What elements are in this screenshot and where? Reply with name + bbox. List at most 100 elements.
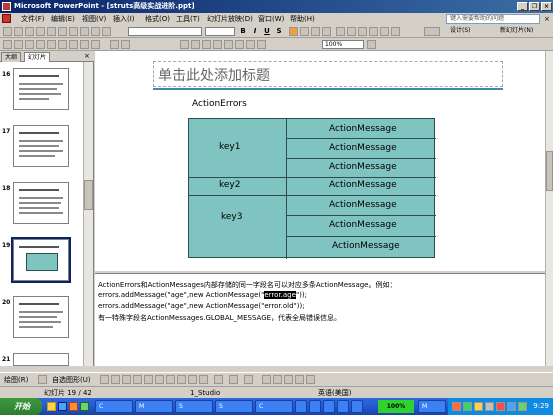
save-icon[interactable]	[25, 27, 34, 36]
picture-icon[interactable]	[199, 375, 208, 384]
menu-edit[interactable]: 编辑(E)	[51, 14, 75, 24]
taskbar-button[interactable]: S	[215, 400, 253, 413]
increase-indent-icon[interactable]	[391, 27, 400, 36]
quicklaunch-icon[interactable]	[58, 402, 67, 411]
menu-slideshow[interactable]: 幻灯片放映(D)	[207, 14, 253, 24]
wordart-icon[interactable]	[166, 375, 175, 384]
clock[interactable]: 9:29	[533, 398, 549, 415]
pane-close-icon[interactable]: ×	[84, 51, 90, 61]
select-objects-icon[interactable]	[38, 375, 47, 384]
open-file-icon[interactable]	[14, 40, 23, 49]
email-icon[interactable]	[47, 27, 56, 36]
slide-thumbnail[interactable]	[13, 353, 69, 366]
cut-icon[interactable]	[102, 27, 111, 36]
slide-vertical-scrollbar[interactable]	[545, 51, 553, 366]
taskbar-button[interactable]: C	[255, 400, 293, 413]
tab-slides[interactable]: 幻灯片	[24, 52, 51, 62]
slide-canvas[interactable]: 单击此处添加标题 ActionErrors key1 key2 key3 Act…	[95, 51, 545, 271]
insert-chart-icon[interactable]	[180, 40, 189, 49]
align-left-icon[interactable]	[289, 27, 298, 36]
autoshapes-menu[interactable]: 自选图形(U)	[52, 375, 91, 385]
font-color-draw-icon[interactable]	[244, 375, 253, 384]
help-search-input[interactable]: 键入需要帮助的问题	[446, 14, 540, 24]
slide-thumbnail[interactable]	[13, 296, 69, 338]
slide-title-placeholder[interactable]: 单击此处添加标题	[158, 65, 270, 85]
format-painter-icon[interactable]	[69, 40, 78, 49]
3d-style-icon[interactable]	[306, 375, 315, 384]
permission-icon[interactable]	[36, 27, 45, 36]
shadow-button[interactable]: S	[274, 26, 284, 36]
start-button[interactable]: 开始	[0, 398, 42, 415]
rectangle-icon[interactable]	[122, 375, 131, 384]
tray-icon[interactable]	[463, 402, 472, 411]
quicklaunch-icon[interactable]	[69, 402, 78, 411]
taskbar-button[interactable]: C	[95, 400, 133, 413]
taskbar-button[interactable]: M	[418, 400, 446, 413]
undo-arrow-icon[interactable]	[110, 40, 119, 49]
fill-color-icon[interactable]	[214, 375, 223, 384]
grid-icon[interactable]	[246, 40, 255, 49]
zoom-select[interactable]: 100%	[322, 40, 364, 49]
scroll-thumb[interactable]	[546, 151, 553, 191]
print-file-icon[interactable]	[36, 40, 45, 49]
design-button[interactable]: 设计(S)	[450, 26, 471, 36]
line-icon[interactable]	[100, 375, 109, 384]
paste-icon[interactable]	[58, 40, 67, 49]
slides-pane-scrollbar[interactable]	[83, 62, 93, 366]
oval-icon[interactable]	[133, 375, 142, 384]
menu-file[interactable]: 文件(F)	[21, 14, 45, 24]
expand-all-icon[interactable]	[224, 40, 233, 49]
menu-help[interactable]: 帮助(H)	[290, 14, 315, 24]
justify-icon[interactable]	[322, 27, 331, 36]
shadow-style-icon[interactable]	[295, 375, 304, 384]
taskbar-button[interactable]: S	[175, 400, 213, 413]
align-center-icon[interactable]	[300, 27, 309, 36]
new-icon[interactable]	[3, 27, 12, 36]
decrease-font-icon[interactable]	[369, 27, 378, 36]
slide-thumbnail[interactable]	[13, 182, 69, 224]
minimize-button[interactable]: _	[517, 2, 528, 11]
slide-thumbnail[interactable]	[13, 125, 69, 167]
underline-button[interactable]: U	[262, 26, 272, 36]
menu-window[interactable]: 窗口(W)	[258, 14, 284, 24]
spelling-icon[interactable]	[80, 27, 89, 36]
line-color-icon[interactable]	[229, 375, 238, 384]
tray-icon[interactable]	[474, 402, 483, 411]
quicklaunch-icon[interactable]	[47, 402, 56, 411]
selected-text[interactable]: error.age	[264, 291, 296, 299]
slide-thumbnail[interactable]	[13, 68, 69, 110]
redo-arrow-icon[interactable]	[121, 40, 130, 49]
numbering-icon[interactable]	[336, 27, 345, 36]
document-icon[interactable]	[2, 14, 11, 23]
tray-icon[interactable]	[518, 402, 527, 411]
show-formatting-icon[interactable]	[235, 40, 244, 49]
tables-borders-icon[interactable]	[202, 40, 211, 49]
notes-pane[interactable]: ActionErrors和ActionMessages内部存储的同一字段名可以对…	[95, 273, 545, 366]
menu-view[interactable]: 视图(V)	[82, 14, 106, 24]
taskbar-button[interactable]	[323, 400, 335, 413]
dash-style-icon[interactable]	[273, 375, 282, 384]
decrease-indent-icon[interactable]	[380, 27, 389, 36]
help-close-icon[interactable]: ×	[544, 14, 550, 24]
slide-thumbnail-selected[interactable]	[11, 237, 71, 283]
taskbar-button[interactable]	[337, 400, 349, 413]
powerpoint-app-icon[interactable]	[2, 2, 11, 11]
restore-button[interactable]: ❐	[529, 2, 540, 11]
bold-button[interactable]: B	[238, 26, 248, 36]
action-errors-diagram[interactable]: key1 key2 key3 ActionMessage ActionMessa…	[188, 118, 436, 259]
line-style-icon[interactable]	[262, 375, 271, 384]
research-icon[interactable]	[91, 27, 100, 36]
taskbar-button[interactable]	[351, 400, 363, 413]
save-file-icon[interactable]	[25, 40, 34, 49]
menu-tools[interactable]: 工具(T)	[176, 14, 200, 24]
open-icon[interactable]	[14, 27, 23, 36]
arrow-icon[interactable]	[111, 375, 120, 384]
menu-insert[interactable]: 插入(I)	[113, 14, 135, 24]
color-grayscale-icon[interactable]	[257, 40, 266, 49]
tray-icon[interactable]	[507, 402, 516, 411]
close-button[interactable]: ×	[541, 2, 552, 11]
font-size-select[interactable]	[205, 27, 235, 36]
taskbar-button[interactable]	[309, 400, 321, 413]
quicklaunch-icon[interactable]	[80, 402, 89, 411]
align-right-icon[interactable]	[311, 27, 320, 36]
